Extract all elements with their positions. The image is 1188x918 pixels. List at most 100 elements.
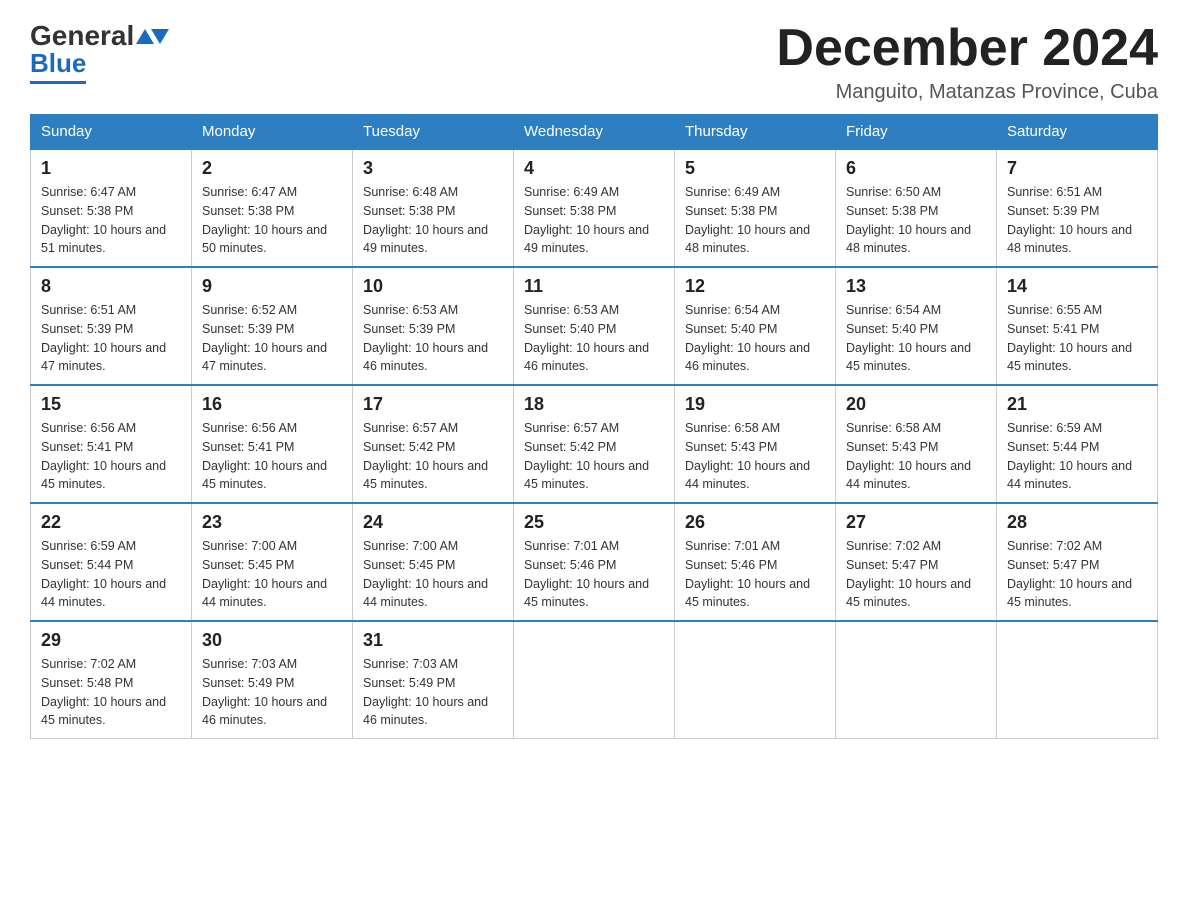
- day-number: 17: [363, 394, 503, 415]
- day-info: Sunrise: 7:00 AM Sunset: 5:45 PM Dayligh…: [363, 537, 503, 612]
- sunrise-label: Sunrise: 6:50 AM: [846, 185, 941, 199]
- daylight-label: Daylight: 10 hours and 44 minutes.: [41, 577, 166, 610]
- daylight-label: Daylight: 10 hours and 45 minutes.: [1007, 577, 1132, 610]
- day-info: Sunrise: 6:51 AM Sunset: 5:39 PM Dayligh…: [41, 301, 181, 376]
- daylight-label: Daylight: 10 hours and 46 minutes.: [363, 341, 488, 374]
- calendar-cell: 23 Sunrise: 7:00 AM Sunset: 5:45 PM Dayl…: [192, 503, 353, 621]
- day-number: 14: [1007, 276, 1147, 297]
- sunrise-label: Sunrise: 6:58 AM: [685, 421, 780, 435]
- day-info: Sunrise: 6:57 AM Sunset: 5:42 PM Dayligh…: [363, 419, 503, 494]
- day-info: Sunrise: 6:56 AM Sunset: 5:41 PM Dayligh…: [41, 419, 181, 494]
- calendar-table: SundayMondayTuesdayWednesdayThursdayFrid…: [30, 114, 1158, 739]
- sunset-label: Sunset: 5:43 PM: [685, 440, 777, 454]
- day-info: Sunrise: 6:54 AM Sunset: 5:40 PM Dayligh…: [685, 301, 825, 376]
- calendar-cell: 1 Sunrise: 6:47 AM Sunset: 5:38 PM Dayli…: [31, 149, 192, 267]
- daylight-label: Daylight: 10 hours and 44 minutes.: [685, 459, 810, 492]
- day-info: Sunrise: 6:48 AM Sunset: 5:38 PM Dayligh…: [363, 183, 503, 258]
- calendar-cell: 26 Sunrise: 7:01 AM Sunset: 5:46 PM Dayl…: [675, 503, 836, 621]
- day-info: Sunrise: 6:59 AM Sunset: 5:44 PM Dayligh…: [1007, 419, 1147, 494]
- daylight-label: Daylight: 10 hours and 46 minutes.: [363, 695, 488, 728]
- daylight-label: Daylight: 10 hours and 49 minutes.: [363, 223, 488, 256]
- sunrise-label: Sunrise: 6:57 AM: [524, 421, 619, 435]
- day-number: 22: [41, 512, 181, 533]
- title-section: December 2024 Manguito, Matanzas Provinc…: [776, 20, 1158, 104]
- day-info: Sunrise: 7:03 AM Sunset: 5:49 PM Dayligh…: [202, 655, 342, 730]
- day-info: Sunrise: 6:50 AM Sunset: 5:38 PM Dayligh…: [846, 183, 986, 258]
- sunset-label: Sunset: 5:43 PM: [846, 440, 938, 454]
- day-info: Sunrise: 7:02 AM Sunset: 5:47 PM Dayligh…: [1007, 537, 1147, 612]
- day-number: 29: [41, 630, 181, 651]
- sunrise-label: Sunrise: 6:53 AM: [524, 303, 619, 317]
- sunset-label: Sunset: 5:40 PM: [524, 322, 616, 336]
- day-number: 31: [363, 630, 503, 651]
- sunrise-label: Sunrise: 6:54 AM: [846, 303, 941, 317]
- day-info: Sunrise: 6:58 AM Sunset: 5:43 PM Dayligh…: [685, 419, 825, 494]
- day-info: Sunrise: 6:53 AM Sunset: 5:39 PM Dayligh…: [363, 301, 503, 376]
- daylight-label: Daylight: 10 hours and 45 minutes.: [41, 695, 166, 728]
- sunset-label: Sunset: 5:46 PM: [524, 558, 616, 572]
- sunset-label: Sunset: 5:47 PM: [846, 558, 938, 572]
- sunset-label: Sunset: 5:38 PM: [202, 204, 294, 218]
- day-number: 7: [1007, 158, 1147, 179]
- calendar-week-row: 15 Sunrise: 6:56 AM Sunset: 5:41 PM Dayl…: [31, 385, 1158, 503]
- sunset-label: Sunset: 5:38 PM: [846, 204, 938, 218]
- calendar-cell: [514, 621, 675, 739]
- calendar-cell: [997, 621, 1158, 739]
- sunrise-label: Sunrise: 6:48 AM: [363, 185, 458, 199]
- day-number: 20: [846, 394, 986, 415]
- daylight-label: Daylight: 10 hours and 49 minutes.: [524, 223, 649, 256]
- daylight-label: Daylight: 10 hours and 45 minutes.: [363, 459, 488, 492]
- sunrise-label: Sunrise: 6:57 AM: [363, 421, 458, 435]
- sunrise-label: Sunrise: 7:00 AM: [202, 539, 297, 553]
- calendar-cell: 9 Sunrise: 6:52 AM Sunset: 5:39 PM Dayli…: [192, 267, 353, 385]
- daylight-label: Daylight: 10 hours and 44 minutes.: [202, 577, 327, 610]
- day-info: Sunrise: 6:53 AM Sunset: 5:40 PM Dayligh…: [524, 301, 664, 376]
- calendar-cell: 18 Sunrise: 6:57 AM Sunset: 5:42 PM Dayl…: [514, 385, 675, 503]
- daylight-label: Daylight: 10 hours and 45 minutes.: [685, 577, 810, 610]
- sunset-label: Sunset: 5:49 PM: [202, 676, 294, 690]
- calendar-header-monday: Monday: [192, 115, 353, 150]
- sunset-label: Sunset: 5:44 PM: [41, 558, 133, 572]
- calendar-cell: 12 Sunrise: 6:54 AM Sunset: 5:40 PM Dayl…: [675, 267, 836, 385]
- sunset-label: Sunset: 5:40 PM: [685, 322, 777, 336]
- day-info: Sunrise: 6:47 AM Sunset: 5:38 PM Dayligh…: [41, 183, 181, 258]
- calendar-cell: 2 Sunrise: 6:47 AM Sunset: 5:38 PM Dayli…: [192, 149, 353, 267]
- sunset-label: Sunset: 5:40 PM: [846, 322, 938, 336]
- sunrise-label: Sunrise: 6:51 AM: [41, 303, 136, 317]
- daylight-label: Daylight: 10 hours and 45 minutes.: [846, 341, 971, 374]
- daylight-label: Daylight: 10 hours and 46 minutes.: [202, 695, 327, 728]
- calendar-cell: 10 Sunrise: 6:53 AM Sunset: 5:39 PM Dayl…: [353, 267, 514, 385]
- sunrise-label: Sunrise: 6:56 AM: [41, 421, 136, 435]
- sunrise-label: Sunrise: 7:00 AM: [363, 539, 458, 553]
- sunset-label: Sunset: 5:41 PM: [1007, 322, 1099, 336]
- sunset-label: Sunset: 5:39 PM: [41, 322, 133, 336]
- day-number: 18: [524, 394, 664, 415]
- sunrise-label: Sunrise: 7:02 AM: [1007, 539, 1102, 553]
- day-number: 3: [363, 158, 503, 179]
- sunset-label: Sunset: 5:38 PM: [524, 204, 616, 218]
- sunrise-label: Sunrise: 6:53 AM: [363, 303, 458, 317]
- daylight-label: Daylight: 10 hours and 45 minutes.: [846, 577, 971, 610]
- calendar-cell: 29 Sunrise: 7:02 AM Sunset: 5:48 PM Dayl…: [31, 621, 192, 739]
- daylight-label: Daylight: 10 hours and 48 minutes.: [1007, 223, 1132, 256]
- calendar-cell: 7 Sunrise: 6:51 AM Sunset: 5:39 PM Dayli…: [997, 149, 1158, 267]
- sunrise-label: Sunrise: 7:03 AM: [363, 657, 458, 671]
- daylight-label: Daylight: 10 hours and 47 minutes.: [41, 341, 166, 374]
- day-info: Sunrise: 6:55 AM Sunset: 5:41 PM Dayligh…: [1007, 301, 1147, 376]
- calendar-cell: 4 Sunrise: 6:49 AM Sunset: 5:38 PM Dayli…: [514, 149, 675, 267]
- calendar-cell: 22 Sunrise: 6:59 AM Sunset: 5:44 PM Dayl…: [31, 503, 192, 621]
- calendar-cell: 28 Sunrise: 7:02 AM Sunset: 5:47 PM Dayl…: [997, 503, 1158, 621]
- sunset-label: Sunset: 5:38 PM: [685, 204, 777, 218]
- day-info: Sunrise: 7:01 AM Sunset: 5:46 PM Dayligh…: [524, 537, 664, 612]
- location-subtitle: Manguito, Matanzas Province, Cuba: [776, 81, 1158, 104]
- calendar-cell: 27 Sunrise: 7:02 AM Sunset: 5:47 PM Dayl…: [836, 503, 997, 621]
- calendar-header-sunday: Sunday: [31, 115, 192, 150]
- sunset-label: Sunset: 5:47 PM: [1007, 558, 1099, 572]
- sunrise-label: Sunrise: 6:51 AM: [1007, 185, 1102, 199]
- calendar-cell: [836, 621, 997, 739]
- day-info: Sunrise: 7:01 AM Sunset: 5:46 PM Dayligh…: [685, 537, 825, 612]
- calendar-header-tuesday: Tuesday: [353, 115, 514, 150]
- calendar-week-row: 29 Sunrise: 7:02 AM Sunset: 5:48 PM Dayl…: [31, 621, 1158, 739]
- calendar-cell: 19 Sunrise: 6:58 AM Sunset: 5:43 PM Dayl…: [675, 385, 836, 503]
- sunrise-label: Sunrise: 6:54 AM: [685, 303, 780, 317]
